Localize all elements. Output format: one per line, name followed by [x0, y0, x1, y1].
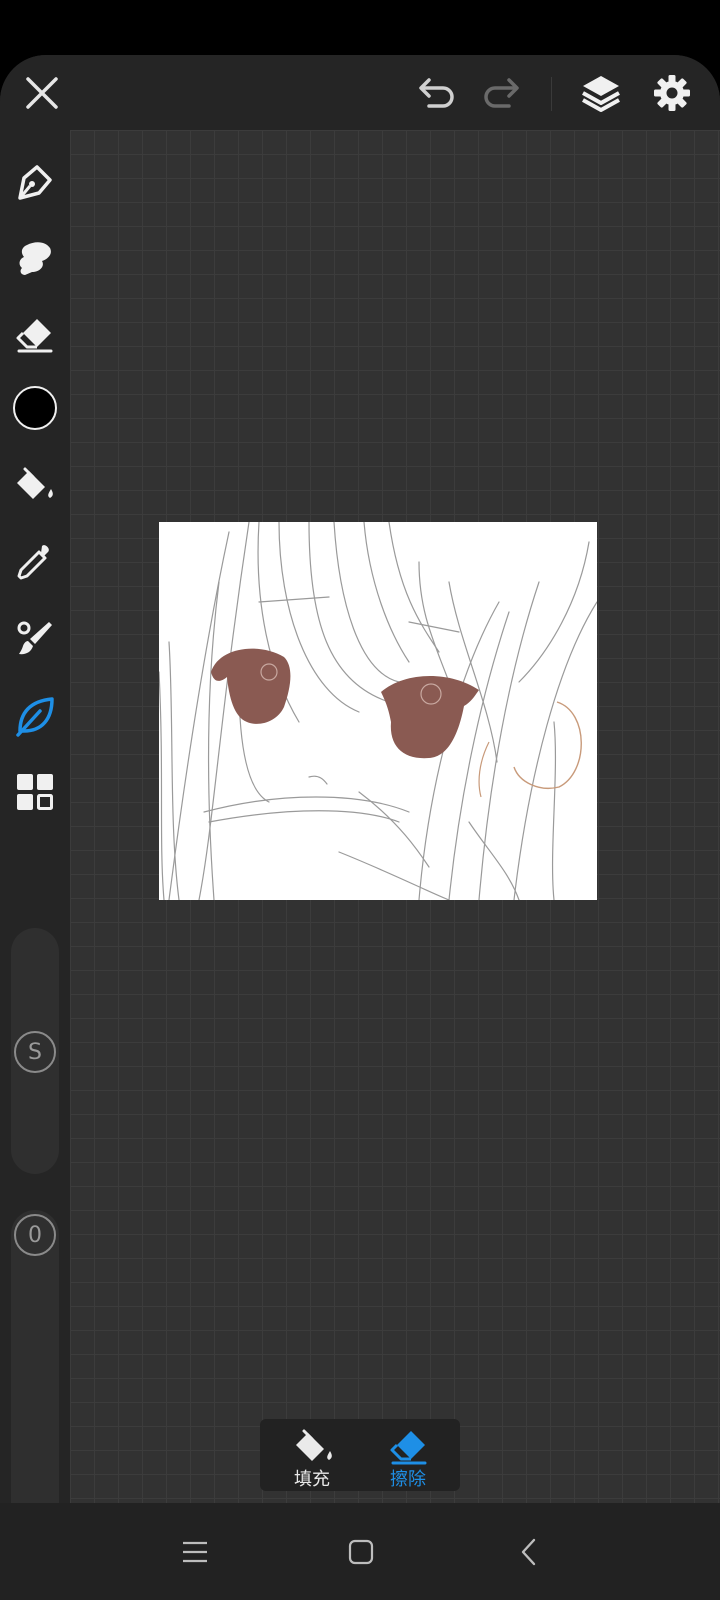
eraser-icon [16, 319, 53, 353]
settings-button[interactable] [650, 73, 694, 113]
brush-size-slider[interactable]: S [11, 928, 59, 1174]
redo-button[interactable] [478, 73, 524, 113]
more-tools-button[interactable] [10, 767, 60, 817]
undo-button[interactable] [414, 73, 460, 113]
undo-icon [419, 78, 454, 108]
fill-option-button[interactable]: 填充 [264, 1419, 360, 1491]
eyedropper-tool-button[interactable] [10, 537, 60, 587]
opacity-slider[interactable]: 0 [11, 1210, 59, 1503]
close-button[interactable] [18, 73, 66, 113]
system-nav-bar [0, 1503, 720, 1600]
brush-size-label: S [28, 1039, 42, 1065]
grid-icon [17, 774, 53, 810]
pen-tool-button[interactable] [10, 157, 60, 207]
toolbar-divider [551, 77, 552, 111]
leaf-icon [16, 697, 54, 737]
leaf-tool-button[interactable] [10, 691, 60, 741]
brush-icon [17, 621, 52, 655]
smudge-icon [19, 242, 51, 275]
erase-option-button[interactable]: 擦除 [360, 1419, 456, 1491]
redo-icon [484, 78, 519, 108]
color-picker-button[interactable] [10, 383, 60, 433]
top-toolbar [0, 55, 720, 130]
menu-nav-button[interactable] [170, 1503, 220, 1600]
anime-sketch-artwork [158, 521, 598, 901]
tool-sidebar: S 0 [0, 130, 70, 1503]
gear-icon [654, 75, 690, 111]
eyedropper-icon [17, 545, 49, 580]
opacity-label: 0 [28, 1222, 42, 1248]
fill-tool-button[interactable] [10, 460, 60, 510]
home-square-icon [348, 1539, 374, 1564]
paint-bucket-icon [17, 467, 53, 499]
home-nav-button[interactable] [336, 1503, 386, 1600]
back-nav-button[interactable] [504, 1503, 554, 1600]
erase-option-label: 擦除 [390, 1469, 426, 1490]
paint-bucket-icon [296, 1429, 332, 1461]
menu-icon [183, 1541, 207, 1562]
artwork-canvas[interactable] [158, 521, 598, 901]
fill-erase-popup: 填充 擦除 [260, 1419, 460, 1491]
drawing-canvas-area[interactable] [70, 130, 720, 1503]
brush-size-knob[interactable]: S [14, 1031, 56, 1073]
fill-option-label: 填充 [294, 1469, 330, 1490]
drawing-app: S 0 填充 擦除 [0, 55, 720, 1503]
brush-tool-button[interactable] [10, 614, 60, 664]
layers-button[interactable] [578, 71, 624, 115]
back-chevron-icon [521, 1538, 536, 1565]
color-swatch [13, 386, 57, 430]
pen-nib-icon [18, 165, 52, 200]
eraser-icon [390, 1431, 427, 1465]
opacity-knob[interactable]: 0 [14, 1214, 56, 1256]
close-icon [26, 77, 58, 109]
layers-icon [582, 76, 620, 112]
eraser-tool-button[interactable] [10, 310, 60, 360]
smudge-tool-button[interactable] [10, 234, 60, 284]
